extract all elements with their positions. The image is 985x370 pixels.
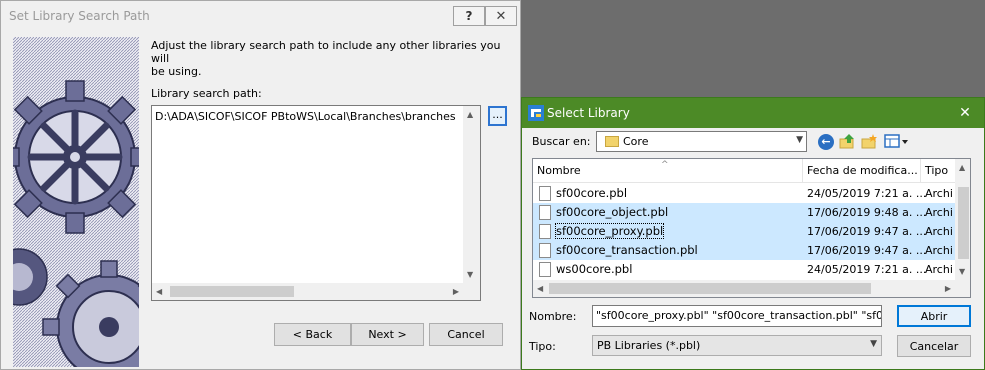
- library-search-path-value: D:\ADA\SICOF\SICOF PBtoWS\Local\Branches…: [155, 110, 460, 123]
- file-type-value: PB Libraries (*.pbl): [597, 339, 701, 352]
- file-type: Archi: [925, 187, 953, 200]
- file-name: sf00core.pbl: [556, 186, 628, 200]
- file-type-label: Tipo:: [529, 340, 556, 353]
- file-date: 17/06/2019 9:47 a. ...: [807, 225, 927, 238]
- file-icon: [539, 205, 551, 220]
- cancel-button[interactable]: Cancel: [429, 323, 503, 346]
- file-date: 24/05/2019 7:21 a. ...: [807, 187, 927, 200]
- file-row[interactable]: sf00core_proxy.pbl 17/06/2019 9:47 a. ..…: [533, 222, 955, 241]
- scroll-corner: [955, 280, 970, 297]
- dialog-title: Set Library Search Path: [9, 9, 150, 23]
- dialog-title: Select Library: [547, 106, 630, 120]
- file-type: Archi: [925, 225, 953, 238]
- help-button[interactable]: ?: [453, 6, 485, 26]
- scroll-corner: [463, 283, 480, 300]
- set-library-search-path-dialog: Set Library Search Path ? ✕ Adjust the l…: [0, 0, 521, 370]
- scroll-thumb[interactable]: [958, 187, 969, 259]
- file-icon: [539, 186, 551, 201]
- chevron-down-icon[interactable]: ▼: [796, 135, 803, 145]
- close-button[interactable]: ✕: [485, 6, 517, 26]
- file-date: 17/06/2019 9:47 a. ...: [807, 244, 927, 257]
- folder-icon: [605, 136, 619, 147]
- file-icon: [539, 224, 551, 239]
- browse-button[interactable]: ...: [488, 106, 507, 126]
- back-arrow-icon[interactable]: ←: [818, 134, 834, 150]
- view-menu-icon[interactable]: [884, 133, 910, 150]
- open-button[interactable]: Abrir: [897, 305, 971, 327]
- library-search-path-textarea[interactable]: D:\ADA\SICOF\SICOF PBtoWS\Local\Branches…: [151, 105, 481, 301]
- look-in-dropdown[interactable]: Core ▼: [596, 131, 807, 152]
- file-type-dropdown[interactable]: PB Libraries (*.pbl) ▼: [592, 335, 882, 356]
- look-in-value: Core: [623, 135, 649, 148]
- scroll-right-icon[interactable]: ▶: [945, 284, 951, 293]
- title-bar: Select Library ✕: [522, 98, 984, 128]
- scroll-down-icon[interactable]: ▼: [467, 270, 473, 279]
- scroll-up-icon[interactable]: ▲: [959, 163, 965, 172]
- scroll-up-icon[interactable]: ▲: [467, 110, 473, 119]
- scroll-thumb[interactable]: [170, 286, 294, 297]
- scroll-thumb[interactable]: [549, 283, 871, 294]
- file-row[interactable]: sf00core_transaction.pbl 17/06/2019 9:47…: [533, 241, 955, 260]
- file-row[interactable]: ws00core.pbl 24/05/2019 7:21 a. ... Arch…: [533, 260, 955, 279]
- file-icon: [539, 262, 551, 277]
- file-name-label: Nombre:: [529, 310, 577, 323]
- back-button[interactable]: < Back: [274, 323, 351, 346]
- file-row[interactable]: sf00core_object.pbl 17/06/2019 9:48 a. .…: [533, 203, 955, 222]
- scroll-left-icon[interactable]: ◀: [156, 287, 162, 296]
- path-horizontal-scrollbar[interactable]: ◀ ▶: [152, 283, 463, 300]
- intro-text: Adjust the library search path to includ…: [151, 39, 501, 78]
- new-folder-icon[interactable]: [861, 133, 878, 150]
- list-vertical-scrollbar[interactable]: ▲ ▼: [955, 159, 970, 280]
- file-name: sf00core_proxy.pbl: [554, 223, 665, 239]
- scroll-down-icon[interactable]: ▼: [959, 267, 965, 276]
- scroll-right-icon[interactable]: ▶: [453, 287, 459, 296]
- up-folder-icon[interactable]: [839, 133, 856, 150]
- sort-ascending-icon: ^: [661, 160, 669, 170]
- file-list[interactable]: ^ Nombre Fecha de modifica... Tipo sf00c…: [532, 158, 971, 298]
- path-vertical-scrollbar[interactable]: ▲ ▼: [463, 106, 480, 283]
- file-name: sf00core_object.pbl: [556, 205, 669, 219]
- cancel-button[interactable]: Cancelar: [897, 335, 971, 357]
- close-button[interactable]: ✕: [952, 103, 978, 123]
- library-search-path-label: Library search path:: [151, 87, 262, 100]
- file-name: ws00core.pbl: [556, 262, 633, 276]
- file-icon: [539, 243, 551, 258]
- next-button[interactable]: Next >: [351, 323, 424, 346]
- file-name: sf00core_transaction.pbl: [556, 243, 698, 257]
- file-row[interactable]: sf00core.pbl 24/05/2019 7:21 a. ... Arch…: [533, 184, 955, 203]
- list-header: ^ Nombre Fecha de modifica... Tipo: [533, 159, 955, 183]
- file-name-input[interactable]: "sf00core_proxy.pbl" "sf00core_transacti…: [592, 305, 882, 327]
- file-date: 24/05/2019 7:21 a. ...: [807, 263, 927, 276]
- powerbuilder-icon: [528, 105, 544, 121]
- select-library-dialog: Select Library ✕ Buscar en: Core ▼ ← ^ N…: [521, 97, 985, 370]
- file-type: Archi: [925, 244, 953, 257]
- column-header-date[interactable]: Fecha de modifica...: [803, 159, 921, 183]
- title-bar: Set Library Search Path ? ✕: [1, 1, 520, 31]
- look-in-label: Buscar en:: [532, 135, 591, 148]
- gears-illustration: [13, 37, 139, 367]
- list-horizontal-scrollbar[interactable]: ◀ ▶: [533, 280, 955, 297]
- scroll-left-icon[interactable]: ◀: [537, 284, 543, 293]
- file-date: 17/06/2019 9:48 a. ...: [807, 206, 927, 219]
- file-type: Archi: [925, 263, 953, 276]
- file-type: Archi: [925, 206, 953, 219]
- column-header-name[interactable]: ^ Nombre: [533, 159, 803, 183]
- chevron-down-icon[interactable]: ▼: [870, 339, 877, 349]
